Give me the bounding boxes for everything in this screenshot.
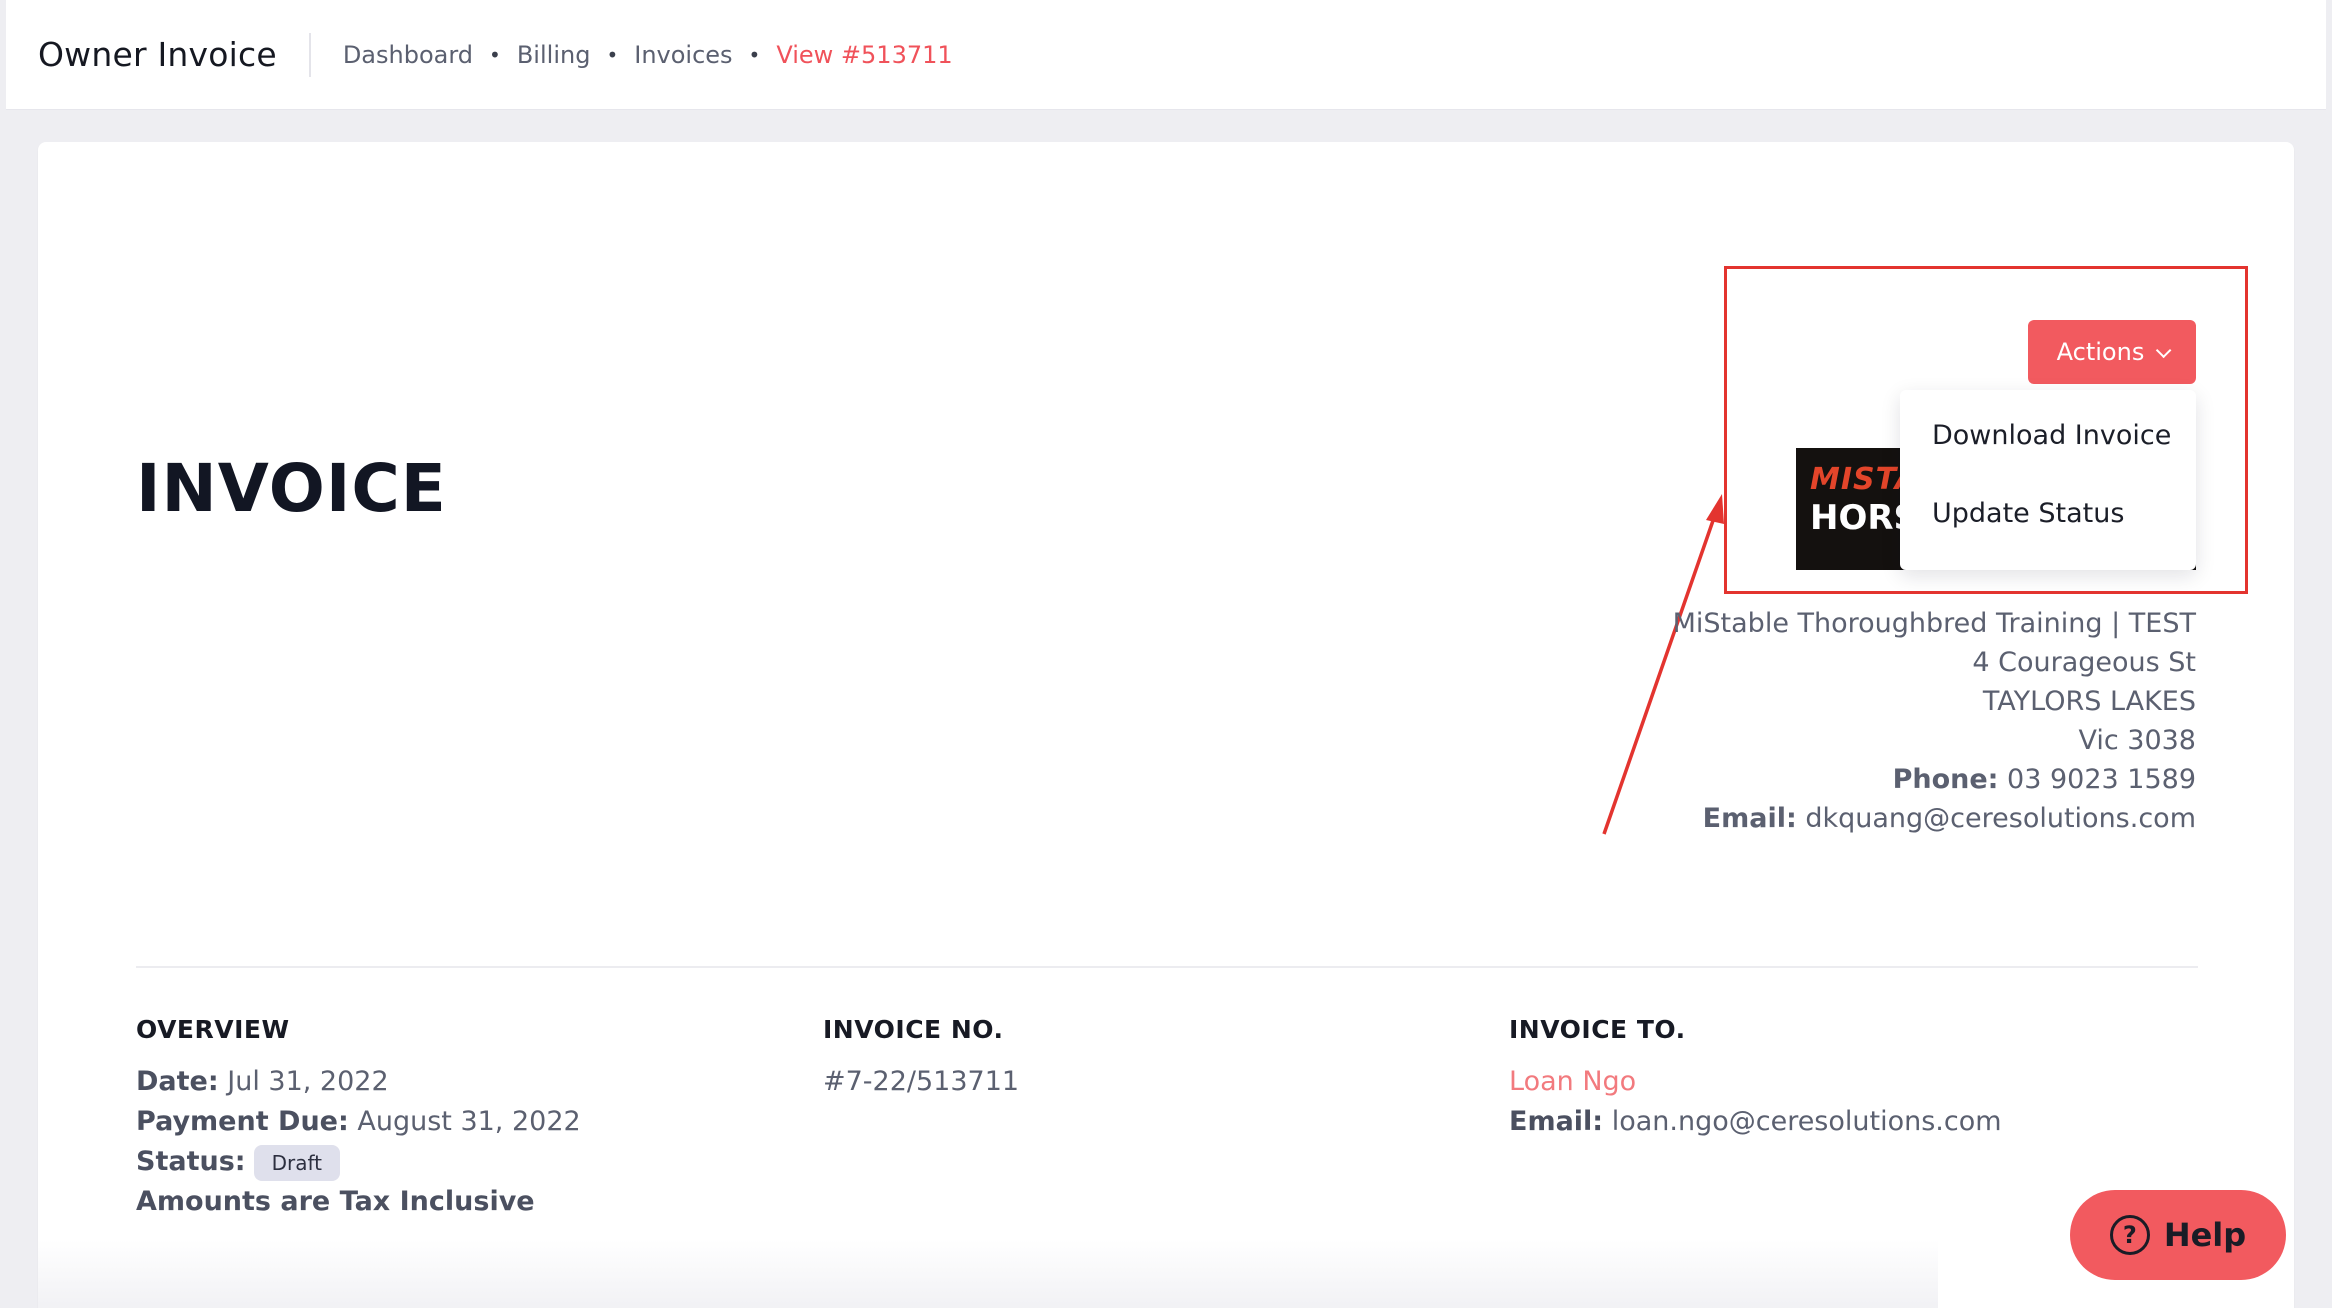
invoice-no-heading: INVOICE NO.: [823, 1015, 1004, 1044]
overview-status: Status: Draft: [136, 1142, 581, 1182]
breadcrumb-separator: •: [748, 42, 761, 67]
company-name: MiStable Thoroughbred Training | TEST: [1672, 608, 2196, 639]
section-divider: [136, 966, 2198, 968]
company-city: TAYLORS LAKES: [1982, 686, 2196, 717]
invoice-to-name-link[interactable]: Loan Ngo: [1509, 1062, 2002, 1102]
breadcrumb-invoices[interactable]: Invoices: [634, 41, 732, 69]
breadcrumb-separator: •: [489, 42, 501, 67]
help-label: Help: [2163, 1216, 2247, 1254]
status-badge: Draft: [253, 1144, 340, 1181]
company-email: Email: dkquang@ceresolutions.com: [1673, 799, 2196, 838]
date-value: Jul 31, 2022: [227, 1066, 389, 1097]
invoice-no-value: #7-22/513711: [823, 1066, 1020, 1097]
overview-section: OVERVIEW Date: Jul 31, 2022 Payment Due:…: [136, 1010, 581, 1222]
company-details: MiStable Thoroughbred Training | TEST 4 …: [1673, 604, 2196, 838]
breadcrumb-current: View #513711: [776, 40, 953, 69]
help-button[interactable]: ? Help: [2070, 1190, 2286, 1280]
overview-tax-note: Amounts are Tax Inclusive: [136, 1182, 581, 1222]
overview-heading: OVERVIEW: [136, 1015, 290, 1044]
invoice-heading: INVOICE: [136, 450, 447, 527]
due-label: Payment Due:: [136, 1106, 349, 1137]
phone-label: Phone:: [1892, 764, 1999, 795]
breadcrumb-separator: •: [606, 42, 619, 67]
tax-note: Amounts are Tax Inclusive: [136, 1186, 535, 1217]
annotation-highlight-box: [1724, 266, 2248, 594]
company-state: Vic 3038: [2078, 725, 2196, 756]
company-address: 4 Courageous St: [1972, 647, 2196, 678]
question-circle-icon: ?: [2109, 1215, 2150, 1255]
breadcrumb-dashboard[interactable]: Dashboard: [343, 41, 473, 69]
invoice-to-email: Email: loan.ngo@ceresolutions.com: [1509, 1102, 2002, 1142]
overview-date: Date: Jul 31, 2022: [136, 1062, 581, 1102]
top-bar: Owner Invoice Dashboard • Billing • Invo…: [6, 0, 2326, 110]
overview-payment-due: Payment Due: August 31, 2022: [136, 1102, 581, 1142]
breadcrumb: Dashboard • Billing • Invoices • View #5…: [343, 41, 953, 69]
invoice-to-heading: INVOICE TO.: [1509, 1015, 1686, 1044]
status-label: Status:: [136, 1146, 246, 1177]
date-label: Date:: [136, 1066, 219, 1097]
due-value: August 31, 2022: [357, 1106, 581, 1137]
breadcrumb-billing[interactable]: Billing: [517, 41, 591, 69]
phone-value: 03 9023 1589: [2007, 764, 2196, 795]
header-divider: [308, 32, 311, 77]
email-value: dkquang@ceresolutions.com: [1805, 803, 2196, 834]
company-phone: Phone: 03 9023 1589: [1673, 760, 2196, 799]
invoice-to-email-value: loan.ngo@ceresolutions.com: [1611, 1106, 2002, 1137]
invoice-no-section: INVOICE NO. #7-22/513711: [823, 1010, 1019, 1102]
bottom-fade: [38, 1240, 1938, 1308]
page-title: Owner Invoice: [38, 35, 277, 74]
invoice-to-email-label: Email:: [1509, 1106, 1604, 1137]
email-label: Email:: [1702, 803, 1797, 834]
invoice-to-section: INVOICE TO. Loan Ngo Email: loan.ngo@cer…: [1509, 1010, 2002, 1142]
